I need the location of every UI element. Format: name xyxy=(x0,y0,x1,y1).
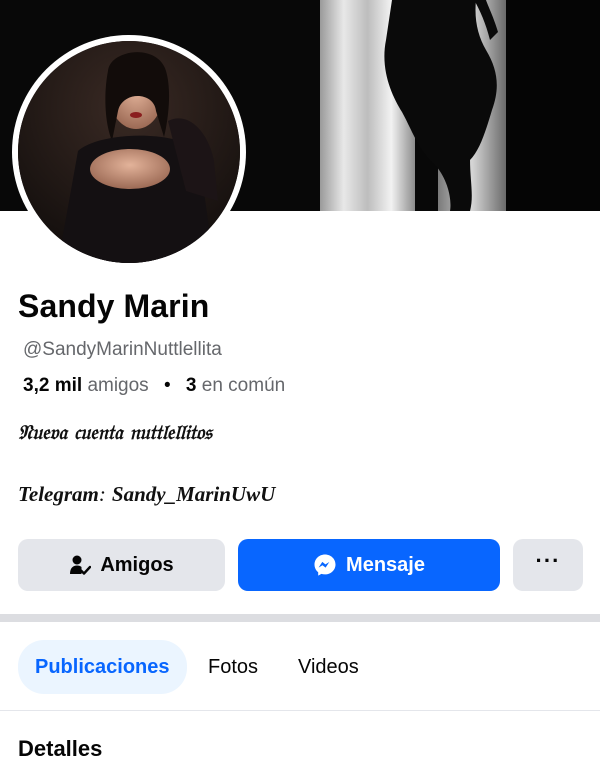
friends-button[interactable]: Amigos xyxy=(18,539,225,591)
details-heading: Detalles xyxy=(18,736,103,760)
tab-videos[interactable]: Videos xyxy=(298,640,359,694)
tab-publicaciones[interactable]: Publicaciones xyxy=(18,640,187,694)
avatar-image xyxy=(18,41,240,263)
friends-button-label: Amigos xyxy=(100,553,174,576)
mutual-count: 3 xyxy=(185,375,197,396)
person-check-icon xyxy=(69,554,92,576)
more-dots-icon: ··· xyxy=(535,548,561,573)
profile-name: Sandy Marin xyxy=(18,288,210,324)
tabs-divider xyxy=(0,710,600,711)
friends-summary[interactable]: 3,2 mil amigos • 3 en común xyxy=(23,375,285,397)
profile-page: Sandy Marin @SandyMarinNuttlellita 3,2 m… xyxy=(0,0,600,760)
friends-label: amigos xyxy=(87,375,149,396)
bio-telegram-label: Telegram xyxy=(18,482,99,506)
bio-telegram-value: Sandy_MarinUwU xyxy=(111,482,276,506)
profile-handle: @SandyMarinNuttlellita xyxy=(23,339,222,360)
separator-dot: • xyxy=(163,375,171,396)
section-divider xyxy=(0,614,600,622)
more-options-button[interactable]: ··· xyxy=(513,539,583,591)
message-button-label: Mensaje xyxy=(346,553,425,576)
profile-avatar[interactable] xyxy=(12,35,246,269)
tab-fotos[interactable]: Fotos xyxy=(208,640,258,694)
mutual-label: en común xyxy=(201,375,286,396)
friends-count: 3,2 mil xyxy=(23,375,83,396)
message-button[interactable]: Mensaje xyxy=(238,539,500,591)
bio-line-1: 𝔑𝔲𝔢𝔳𝔞 𝔠𝔲𝔢𝔫𝔱𝔞 𝔫𝔲𝔱𝔱𝔩𝔢𝔩𝔩𝔦𝔱𝔬𝔰 xyxy=(18,420,212,444)
bio-telegram-separator: : xyxy=(98,482,106,506)
bio-line-2: Telegram: Sandy_MarinUwU xyxy=(18,482,275,507)
messenger-icon xyxy=(313,553,337,577)
